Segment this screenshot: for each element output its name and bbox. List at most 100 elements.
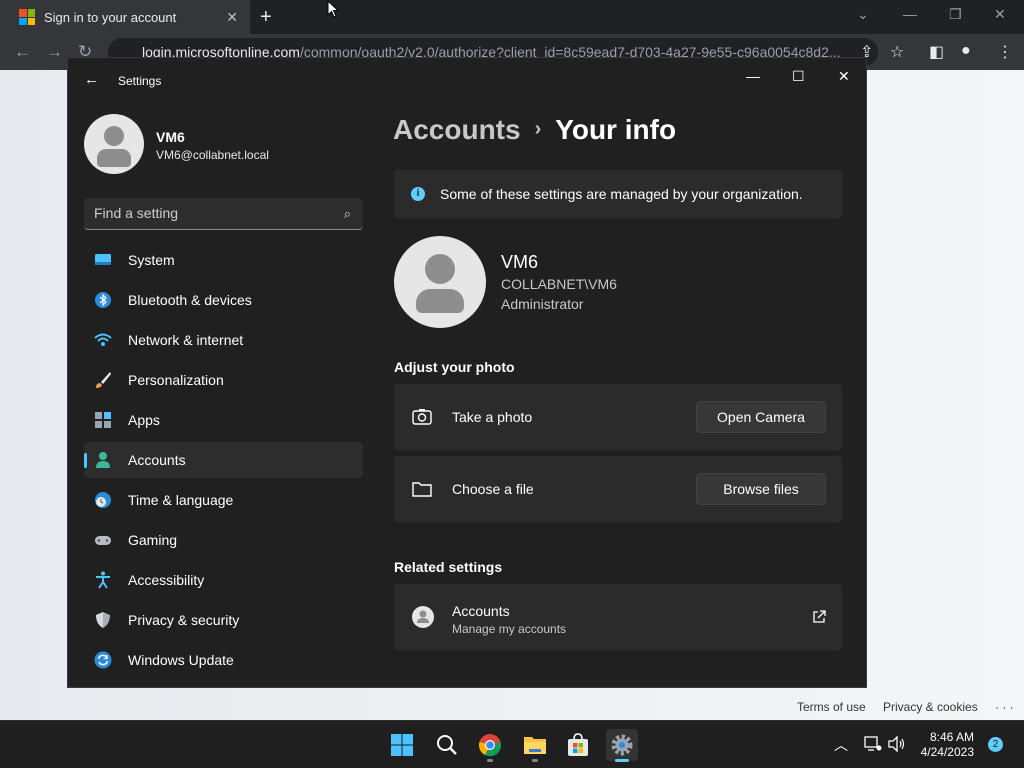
breadcrumb-separator: › [534, 118, 542, 140]
sidebar-item-label: Personalization [128, 372, 224, 388]
taskbar-search-button[interactable] [431, 729, 463, 761]
user-domain: COLLABNET\VM6 [501, 276, 617, 292]
sidebar-item-label: Privacy & security [128, 612, 240, 628]
chrome-icon [479, 734, 501, 757]
sidebar-item-apps[interactable]: Apps [84, 402, 363, 438]
profile-icon[interactable]: ● [961, 42, 971, 60]
managed-by-org-banner: i Some of these settings are managed by … [394, 170, 842, 218]
brush-icon [96, 372, 111, 388]
gear-icon [611, 734, 633, 756]
settings-window: ← Settings — ☐ ✕ VM6 VM6@collabnet.local… [67, 57, 867, 688]
apps-icon [95, 412, 111, 428]
update-icon [94, 651, 112, 669]
browser-tab[interactable]: Sign in to your account ✕ [0, 0, 250, 34]
choose-file-label: Choose a file [452, 481, 534, 497]
clock-date: 4/24/2023 [920, 745, 974, 759]
choose-file-card: Choose a file Browse files [394, 456, 842, 522]
running-indicator [487, 759, 493, 762]
taskbar-chrome[interactable] [474, 729, 506, 762]
new-tab-icon[interactable]: + [260, 6, 272, 28]
open-camera-button[interactable]: Open Camera [696, 401, 826, 433]
mouse-cursor-icon [327, 0, 339, 18]
microsoft-logo-icon [19, 9, 35, 25]
maximize-icon[interactable]: ☐ [792, 68, 805, 85]
sidebar-item-time-language[interactable]: Time & language [84, 482, 363, 518]
sidebar-item-accessibility[interactable]: Accessibility [84, 562, 363, 598]
show-hidden-icons-chevron-icon[interactable]: ︿ [834, 735, 848, 755]
taskbar-store[interactable] [562, 729, 594, 761]
profile-name: VM6 [156, 129, 185, 145]
bluetooth-icon [95, 292, 111, 308]
close-icon[interactable]: ✕ [838, 68, 850, 85]
avatar-head [104, 126, 124, 146]
browse-files-button[interactable]: Browse files [696, 473, 826, 505]
related-accounts-subtitle: Manage my accounts [452, 622, 567, 636]
adjust-photo-heading: Adjust your photo [394, 359, 515, 375]
browser-minimize-icon[interactable]: — [903, 6, 917, 22]
side-panel-icon[interactable]: ◧ [929, 42, 944, 62]
volume-icon[interactable] [888, 736, 906, 752]
taskbar-settings[interactable] [606, 729, 638, 762]
wifi-icon [94, 333, 112, 346]
browser-menu-icon[interactable]: ⋮ [997, 42, 1013, 62]
taskbar-clock[interactable]: 8:46 AM 4/24/2023 [910, 730, 974, 760]
notification-badge[interactable]: 2 [988, 737, 1003, 752]
breadcrumb-parent[interactable]: Accounts [393, 114, 521, 145]
browser-close-icon[interactable]: ✕ [994, 6, 1006, 23]
back-arrow-icon[interactable]: ← [14, 42, 31, 62]
taskbar-file-explorer[interactable] [519, 729, 551, 762]
folder-icon [524, 737, 546, 754]
accessibility-icon [96, 571, 110, 589]
user-name: VM6 [501, 252, 539, 272]
sidebar-item-gaming[interactable]: Gaming [84, 522, 363, 558]
globe-clock-icon [95, 492, 111, 508]
account-icon [412, 606, 434, 628]
take-photo-card: Take a photo Open Camera [394, 384, 842, 450]
sidebar-item-network[interactable]: Network & internet [84, 322, 363, 358]
browser-tab-strip: Sign in to your account ✕ + ⌄ — ❐ ✕ [0, 0, 1024, 34]
taskbar: ︿ 8:46 AM 4/24/2023 2 [0, 720, 1024, 768]
related-accounts-card[interactable]: Accounts Manage my accounts [394, 584, 842, 650]
start-button[interactable] [386, 729, 418, 761]
store-icon [568, 733, 588, 756]
sidebar-item-label: Bluetooth & devices [128, 292, 252, 308]
sidebar-item-accounts[interactable]: Accounts [84, 442, 363, 478]
network-icon[interactable] [864, 736, 882, 752]
tab-close-icon[interactable]: ✕ [226, 9, 238, 26]
breadcrumb: Accounts › Your info [393, 114, 676, 146]
bookmark-star-icon[interactable]: ☆ [890, 42, 904, 62]
search-input[interactable] [84, 198, 324, 228]
tab-search-icon[interactable]: ⌄ [857, 6, 869, 23]
folder-icon [412, 482, 432, 497]
avatar[interactable] [84, 114, 144, 174]
windows-logo-icon [391, 734, 413, 756]
sidebar-item-privacy-security[interactable]: Privacy & security [84, 602, 363, 638]
more-options-link[interactable]: · · · [995, 700, 1014, 714]
sidebar-item-windows-update[interactable]: Windows Update [84, 642, 363, 678]
privacy-link[interactable]: Privacy & cookies [883, 700, 978, 714]
terms-link[interactable]: Terms of use [797, 700, 866, 714]
sidebar-item-personalization[interactable]: Personalization [84, 362, 363, 398]
browser-restore-icon[interactable]: ❐ [949, 6, 962, 23]
forward-arrow-icon[interactable]: → [46, 42, 63, 62]
tab-title: Sign in to your account [44, 9, 177, 25]
related-accounts-title: Accounts [452, 603, 510, 619]
accounts-icon [96, 452, 110, 468]
minimize-icon[interactable]: — [746, 68, 760, 84]
info-icon: i [411, 187, 425, 201]
sidebar-nav: System Bluetooth & devices Network & int… [84, 242, 363, 682]
sidebar-item-label: Network & internet [128, 332, 244, 348]
profile-email: VM6@collabnet.local [156, 148, 269, 162]
take-photo-label: Take a photo [452, 409, 533, 425]
search-icon[interactable]: ⌕ [344, 206, 351, 222]
sidebar-item-system[interactable]: System [84, 242, 363, 278]
user-avatar [394, 236, 486, 328]
back-arrow-icon[interactable]: ← [84, 71, 99, 88]
user-role: Administrator [501, 296, 584, 312]
avatar-body [97, 149, 131, 167]
banner-text: Some of these settings are managed by yo… [440, 186, 803, 202]
page-title: Your info [555, 114, 677, 145]
gamepad-icon [95, 536, 111, 545]
search-icon [437, 735, 457, 755]
sidebar-item-bluetooth[interactable]: Bluetooth & devices [84, 282, 363, 318]
